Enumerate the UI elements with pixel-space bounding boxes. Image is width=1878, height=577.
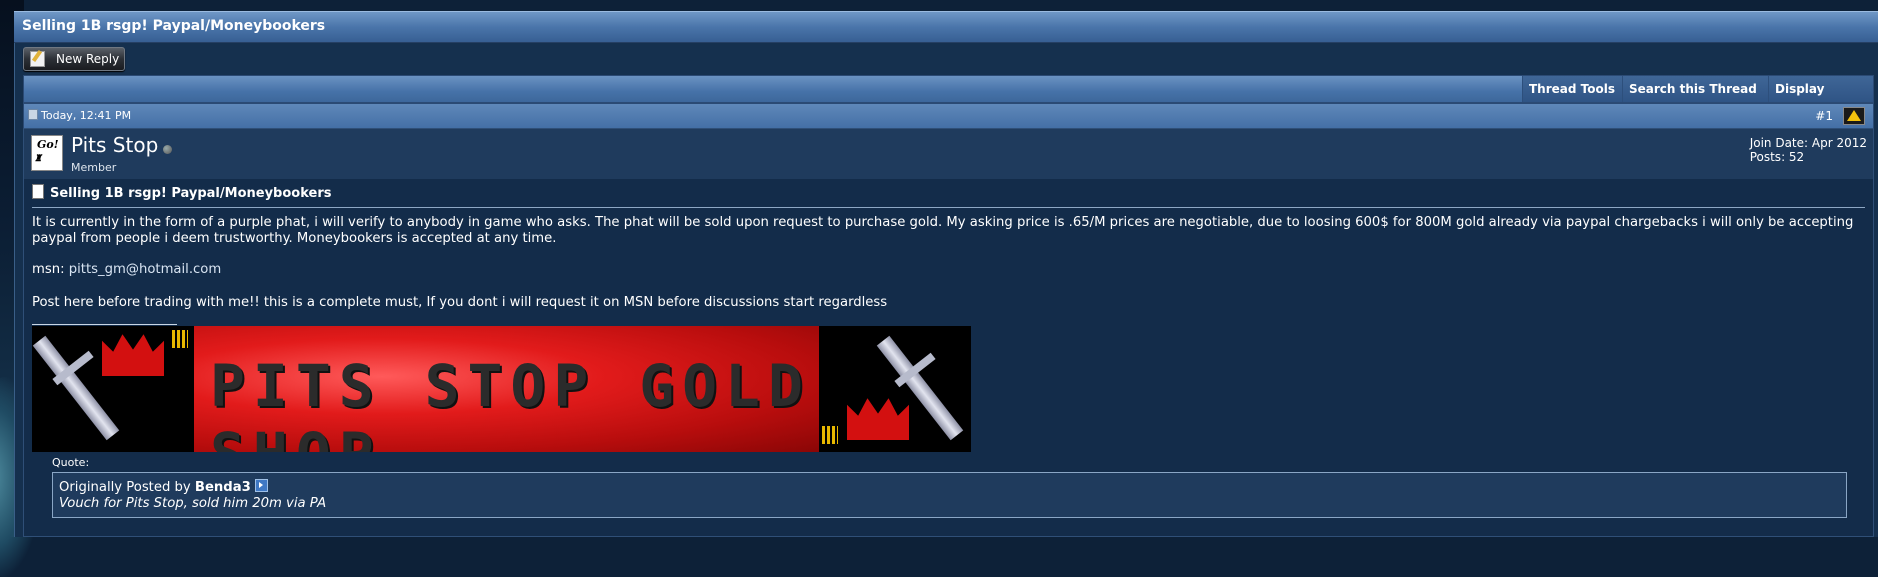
quote-text: Vouch for Pits Stop, sold him 20m via PA — [59, 496, 327, 511]
avatar-text: Go! — [37, 138, 59, 151]
post-number-link[interactable]: #1 — [1815, 109, 1833, 123]
document-icon — [32, 184, 44, 199]
username-link[interactable]: Pits Stop — [71, 133, 158, 157]
title-divider — [32, 207, 1865, 208]
new-reply-button[interactable]: New Reply — [23, 47, 125, 71]
coins-icon — [172, 330, 188, 348]
thread-tools-menu[interactable]: Thread Tools — [1522, 76, 1622, 119]
search-thread-label: Search this Thread — [1629, 82, 1757, 96]
post-message-text: It is currently in the form of a purple … — [32, 215, 1854, 246]
signature-divider — [32, 324, 177, 325]
thread-title-bar: Selling 1B rsgp! Paypal/Moneybookers — [14, 11, 1878, 43]
search-thread-menu[interactable]: Search this Thread — [1622, 76, 1768, 119]
coins-icon — [822, 426, 838, 444]
post-message: It is currently in the form of a purple … — [32, 215, 1865, 247]
msn-label: msn: — [32, 262, 65, 277]
post-count: Posts: 52 — [1749, 150, 1805, 164]
new-reply-icon — [30, 51, 45, 67]
quote-box: Originally Posted by Benda3 Vouch for Pi… — [52, 472, 1847, 518]
quote-attribution: Originally Posted by Benda3 — [59, 479, 268, 495]
view-post-icon[interactable] — [254, 479, 268, 492]
avatar[interactable]: Go! ♜ — [31, 135, 63, 171]
post-header: Today, 12:41 PM #1 — [23, 103, 1874, 129]
post-notice: Post here before trading with me!! this … — [32, 295, 888, 310]
offline-status-icon — [163, 145, 172, 154]
post-icon — [28, 109, 38, 120]
thread-title: Selling 1B rsgp! Paypal/Moneybookers — [22, 18, 326, 34]
msn-line: msn: pitts_gm@hotmail.com — [32, 262, 221, 277]
quote-prefix: Originally Posted by — [59, 480, 191, 495]
report-warning-icon[interactable] — [1843, 107, 1865, 125]
post-body: Selling 1B rsgp! Paypal/Moneybookers It … — [23, 179, 1874, 537]
thread-tools-label: Thread Tools — [1529, 82, 1615, 96]
user-info: Go! ♜ Pits Stop Member Join Date: Apr 20… — [23, 128, 1874, 180]
display-modes-menu[interactable]: Display Modes — [1768, 76, 1873, 122]
msn-email-link[interactable]: pitts_gm@hotmail.com — [69, 262, 221, 277]
post-title: Selling 1B rsgp! Paypal/Moneybookers — [32, 184, 331, 201]
post-date-text: Today, 12:41 PM — [41, 109, 132, 122]
post-title-text: Selling 1B rsgp! Paypal/Moneybookers — [50, 186, 332, 201]
thread-tools-bar: Thread Tools Search this Thread Display … — [23, 75, 1874, 122]
crown-icon — [102, 334, 164, 376]
quote-label: Quote: — [52, 456, 90, 469]
join-date: Join Date: Apr 2012 — [1749, 136, 1867, 150]
avatar-figure-icon: ♜ — [34, 154, 43, 164]
user-stats: Join Date: Apr 2012 Posts: 52 — [1750, 136, 1867, 164]
user-title: Member — [71, 161, 117, 174]
new-reply-label: New Reply — [56, 52, 120, 66]
signature-banner-image: PITS STOP GOLD SHOP — [32, 326, 971, 452]
quote-author: Benda3 — [194, 480, 251, 495]
post-date: Today, 12:41 PM — [28, 109, 131, 122]
